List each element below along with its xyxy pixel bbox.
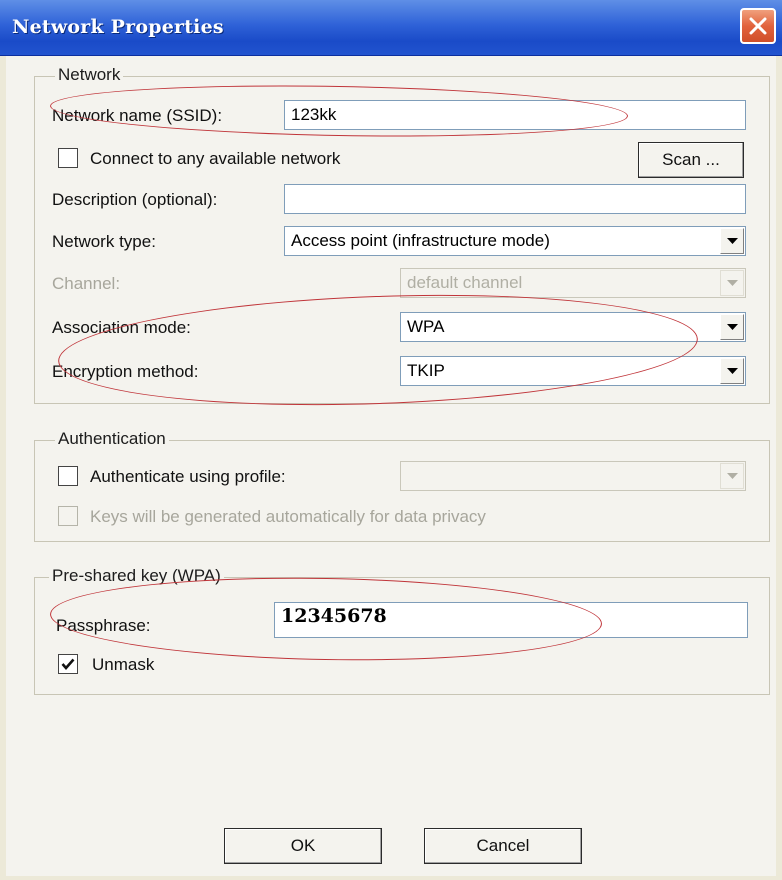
network-group-legend: Network	[55, 65, 124, 85]
channel-label: Channel:	[52, 274, 121, 293]
ssid-field[interactable]: 123kk	[284, 100, 746, 130]
title-bar[interactable]: Network Properties	[0, 0, 782, 56]
description-field[interactable]	[284, 184, 746, 214]
chevron-down-icon	[727, 473, 738, 479]
scan-button[interactable]: Scan ...	[638, 142, 744, 178]
network-type-dropdown-button[interactable]	[720, 228, 744, 254]
encryption-method-value: TKIP	[407, 361, 445, 380]
cancel-button[interactable]: Cancel	[424, 828, 582, 864]
connect-any-label[interactable]: Connect to any available network	[90, 149, 340, 169]
authentication-group-legend: Authentication	[55, 429, 169, 449]
window-title: Network Properties	[12, 16, 224, 38]
encryption-method-dropdown-button[interactable]	[720, 358, 744, 384]
association-mode-value: WPA	[407, 317, 445, 336]
channel-value: default channel	[407, 273, 523, 292]
profile-dropdown-button	[720, 463, 744, 489]
ssid-label: Network name (SSID):	[52, 106, 223, 125]
passphrase-field[interactable]: 12345678	[274, 602, 748, 638]
close-button[interactable]	[740, 8, 776, 44]
channel-select: default channel	[400, 268, 746, 298]
ok-button[interactable]: OK	[224, 828, 382, 864]
connect-any-checkbox[interactable]	[58, 148, 78, 168]
authenticate-profile-checkbox[interactable]	[58, 466, 78, 486]
passphrase-label: Passphrase:	[56, 616, 151, 635]
encryption-method-select[interactable]: TKIP	[400, 356, 746, 386]
network-type-label: Network type:	[52, 232, 156, 251]
description-label: Description (optional):	[52, 190, 218, 209]
channel-dropdown-button	[720, 270, 744, 296]
encryption-method-label: Encryption method:	[52, 362, 199, 381]
chevron-down-icon	[727, 238, 738, 244]
profile-select	[400, 461, 746, 491]
network-type-value: Access point (infrastructure mode)	[291, 231, 550, 250]
authenticate-profile-label[interactable]: Authenticate using profile:	[90, 467, 286, 487]
association-mode-select[interactable]: WPA	[400, 312, 746, 342]
network-type-select[interactable]: Access point (infrastructure mode)	[284, 226, 746, 256]
keys-auto-checkbox	[58, 506, 78, 526]
association-mode-dropdown-button[interactable]	[720, 314, 744, 340]
association-mode-label: Association mode:	[52, 318, 191, 337]
dialog-body: Network Network name (SSID): 123kk Conne…	[6, 56, 776, 876]
keys-auto-label: Keys will be generated automatically for…	[90, 507, 486, 526]
chevron-down-icon	[727, 368, 738, 374]
psk-group-legend: Pre-shared key (WPA)	[49, 566, 224, 586]
unmask-label[interactable]: Unmask	[92, 655, 154, 675]
checkmark-icon	[61, 658, 75, 670]
chevron-down-icon	[727, 280, 738, 286]
network-properties-dialog: Network Properties Network Network name …	[0, 0, 782, 880]
close-icon	[749, 17, 767, 35]
chevron-down-icon	[727, 324, 738, 330]
unmask-checkbox[interactable]	[58, 654, 78, 674]
